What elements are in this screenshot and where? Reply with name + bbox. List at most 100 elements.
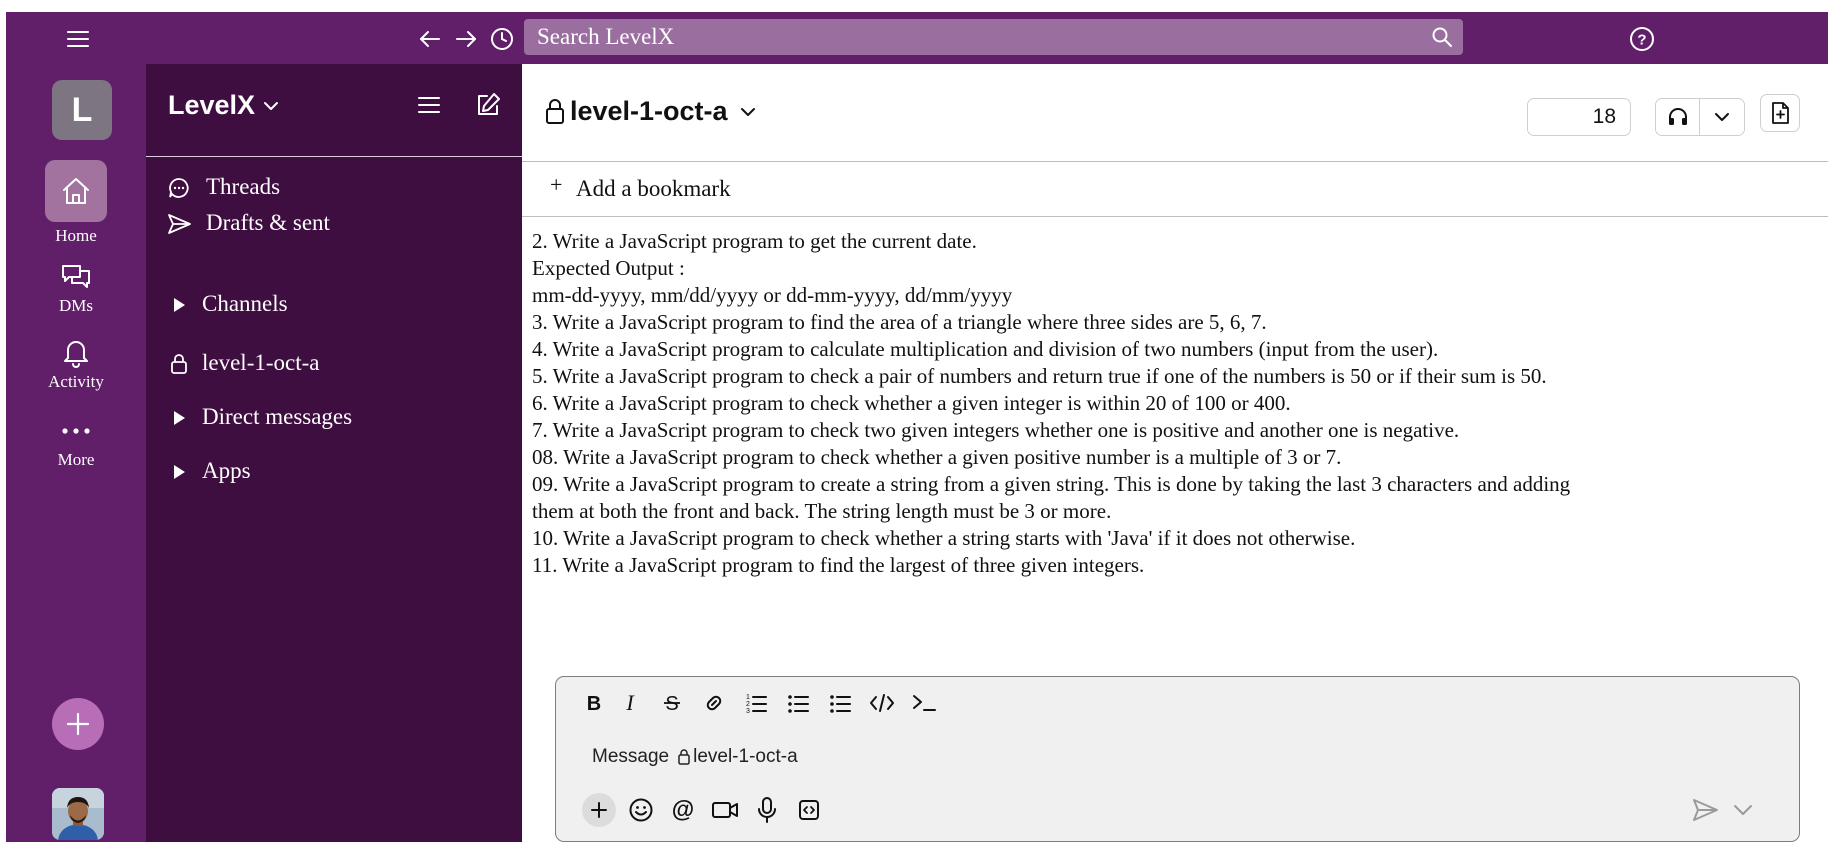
message-line: 3. Write a JavaScript program to find th… xyxy=(532,310,1267,334)
svg-text:B: B xyxy=(587,693,601,714)
search-placeholder: Search LevelX xyxy=(537,24,675,49)
bookmark-label: Add a bookmark xyxy=(576,176,731,201)
dms-label: DMs xyxy=(58,296,93,315)
channel-label: level-1-oct-a xyxy=(202,350,320,375)
history-clock-icon[interactable] xyxy=(488,25,516,53)
bulleted-list-icon[interactable] xyxy=(782,687,814,719)
send-icon[interactable] xyxy=(1688,793,1722,827)
caret-right-icon xyxy=(166,405,192,431)
mention-icon[interactable]: @ xyxy=(666,793,700,827)
message-line: 2. Write a JavaScript program to get the… xyxy=(532,229,977,253)
sidebar-section-channels[interactable]: Channels xyxy=(146,287,522,321)
rail-item-more[interactable]: More xyxy=(6,426,146,470)
add-workspace-button[interactable] xyxy=(52,698,104,750)
headphones-icon[interactable] xyxy=(1656,99,1701,135)
sidebar-item-drafts[interactable]: Drafts & sent xyxy=(146,206,522,240)
more-dots-icon[interactable] xyxy=(60,426,92,436)
lock-icon xyxy=(544,98,566,126)
message-line: 10. Write a JavaScript program to check … xyxy=(532,526,1356,550)
channels-label: Channels xyxy=(202,291,288,316)
lock-icon xyxy=(166,351,192,377)
sidebar-section-direct-messages[interactable]: Direct messages xyxy=(146,400,522,434)
apps-label: Apps xyxy=(202,458,251,483)
huddle-button-group xyxy=(1655,98,1745,136)
message-input[interactable]: Message level-1-oct-a xyxy=(592,743,1692,771)
top-bar: Search LevelX ? xyxy=(6,12,1828,64)
member-count: 18 xyxy=(1592,105,1616,128)
message-line: 5. Write a JavaScript program to check a… xyxy=(532,364,1547,388)
plus-icon xyxy=(66,712,90,736)
send-icon xyxy=(166,211,192,237)
sidebar-section-apps[interactable]: Apps xyxy=(146,454,522,488)
search-icon[interactable] xyxy=(1431,26,1453,48)
message-line: 09. Write a JavaScript program to create… xyxy=(532,472,1571,496)
direct-messages-label: Direct messages xyxy=(202,404,353,429)
add-file-icon xyxy=(1772,102,1789,124)
message-line: Expected Output : xyxy=(532,256,685,280)
workspace-avatar[interactable]: L xyxy=(52,80,112,140)
dm-bubbles-icon[interactable] xyxy=(60,262,92,292)
channel-header: level-1-oct-a 18 xyxy=(522,64,1828,162)
message-line: 4. Write a JavaScript program to calcula… xyxy=(532,337,1439,361)
svg-text:2: 2 xyxy=(746,701,750,708)
home-icon[interactable] xyxy=(45,160,107,222)
add-bookmark-button[interactable]: + Add a bookmark xyxy=(522,162,1828,217)
microphone-icon[interactable] xyxy=(750,793,784,827)
chevron-down-icon[interactable] xyxy=(1700,99,1744,135)
app-window: Search LevelX ? L Home DMs Activity More… xyxy=(6,12,1828,842)
code-icon[interactable] xyxy=(866,687,898,719)
more-label: More xyxy=(57,450,95,469)
shortcuts-icon[interactable] xyxy=(792,793,826,827)
message-line: 7. Write a JavaScript program to check t… xyxy=(532,418,1460,442)
message-line: them at both the front and back. The str… xyxy=(532,499,1112,523)
compose-icon[interactable] xyxy=(471,88,505,122)
message-list: 2. Write a JavaScript program to get the… xyxy=(532,228,1822,579)
ordered-list-icon[interactable]: 123 xyxy=(740,687,772,719)
video-icon[interactable] xyxy=(708,793,742,827)
channel-title-button[interactable]: level-1-oct-a xyxy=(544,96,756,127)
rail-item-home[interactable]: Home xyxy=(6,160,146,246)
menu-icon[interactable] xyxy=(64,25,92,53)
bold-icon[interactable]: B xyxy=(578,687,610,719)
caret-right-icon xyxy=(166,459,192,485)
rail-item-dms[interactable]: DMs xyxy=(6,262,146,316)
workspace-name: LevelX xyxy=(168,90,256,120)
checklist-icon[interactable] xyxy=(824,687,856,719)
chevron-down-icon xyxy=(740,107,756,117)
rail-item-activity[interactable]: Activity xyxy=(6,336,146,392)
message-placeholder-prefix: Message xyxy=(592,746,670,767)
send-options-chevron-icon[interactable] xyxy=(1726,793,1760,827)
search-bar[interactable]: Search LevelX xyxy=(524,19,1463,55)
user-avatar[interactable] xyxy=(52,788,104,840)
back-arrow-icon[interactable] xyxy=(416,25,444,53)
activity-label: Activity xyxy=(48,372,104,391)
workspace-rail: L Home DMs Activity More xyxy=(6,64,146,842)
sidebar-item-channel[interactable]: level-1-oct-a xyxy=(146,346,522,380)
message-composer: B I S 123 Message level-1-oct-a @ xyxy=(555,676,1800,842)
lock-icon xyxy=(677,748,691,766)
bell-icon[interactable] xyxy=(61,336,91,368)
channel-main: level-1-oct-a 18 + Add a bookmark 2. Wri… xyxy=(522,64,1828,842)
plus-icon: + xyxy=(550,172,563,197)
emoji-icon[interactable] xyxy=(624,793,658,827)
forward-arrow-icon[interactable] xyxy=(452,25,480,53)
message-line: 11. Write a JavaScript program to find t… xyxy=(532,553,1145,577)
member-count-button[interactable]: 18 xyxy=(1527,98,1631,136)
attach-plus-icon[interactable] xyxy=(582,793,616,827)
strikethrough-icon[interactable]: S xyxy=(656,687,688,719)
svg-text:1: 1 xyxy=(746,694,750,701)
message-placeholder-channel: level-1-oct-a xyxy=(693,746,798,767)
filter-menu-icon[interactable] xyxy=(412,88,446,122)
sidebar-item-threads[interactable]: Threads xyxy=(146,170,522,204)
svg-text:3: 3 xyxy=(746,708,750,714)
canvas-button[interactable] xyxy=(1760,94,1800,132)
code-block-icon[interactable] xyxy=(908,687,940,719)
svg-text:?: ? xyxy=(1637,32,1646,49)
italic-icon[interactable]: I xyxy=(614,687,646,719)
svg-text:I: I xyxy=(625,692,635,714)
svg-text:@: @ xyxy=(672,797,694,822)
help-icon[interactable]: ? xyxy=(1628,25,1656,53)
workspace-name-button[interactable]: LevelX xyxy=(168,90,279,121)
link-icon[interactable] xyxy=(698,687,730,719)
message-line: 08. Write a JavaScript program to check … xyxy=(532,445,1342,469)
